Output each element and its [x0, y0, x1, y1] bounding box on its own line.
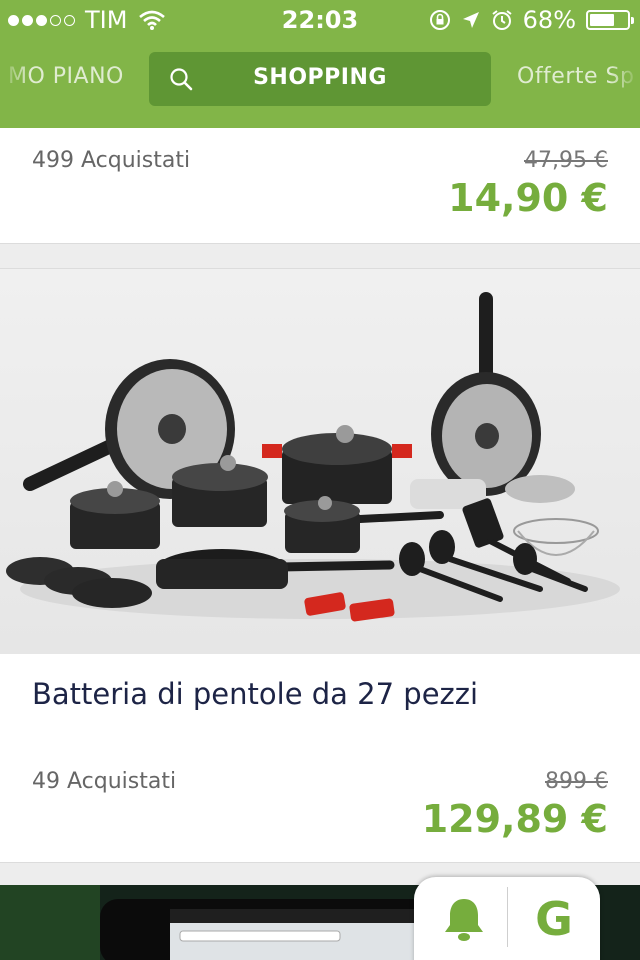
battery-icon	[586, 10, 634, 30]
purchase-count: 499 Acquistati	[32, 148, 191, 173]
tab-shopping-label: SHOPPING	[253, 65, 387, 90]
category-tabs: MO PIANO Offerte Sp SHOPPING	[0, 50, 640, 108]
tab-shopping[interactable]: SHOPPING	[149, 52, 491, 106]
deal-card[interactable]: 499 Acquistati 47,95 € 14,90 €	[0, 128, 640, 244]
cookware-set-illustration	[6, 292, 620, 622]
deal-price: 129,89 €	[421, 797, 608, 841]
app-header: TIM 22:03 68% MO PIANO Offerte Sp SHOPPI…	[0, 0, 640, 128]
purchase-count: 49 Acquistati	[32, 769, 177, 794]
product-image[interactable]	[0, 269, 640, 654]
status-bar: TIM 22:03 68%	[0, 0, 640, 40]
location-arrow-icon	[462, 12, 479, 28]
rotation-lock-icon	[429, 10, 450, 30]
original-price: 899 €	[545, 769, 608, 794]
bottom-action-bar: G	[414, 877, 600, 960]
groupon-logo[interactable]: G	[526, 891, 582, 947]
deal-title[interactable]: Batteria di pentole da 27 pezzi	[32, 677, 478, 711]
bell-icon[interactable]	[442, 895, 486, 943]
deal-price: 14,90 €	[448, 176, 608, 220]
original-price: 47,95 €	[524, 148, 608, 173]
brand-letter: G	[535, 892, 573, 946]
deal-card[interactable]: Batteria di pentole da 27 pezzi 49 Acqui…	[0, 268, 640, 863]
alarm-icon	[492, 10, 512, 30]
battery-percent: 68%	[522, 6, 576, 34]
